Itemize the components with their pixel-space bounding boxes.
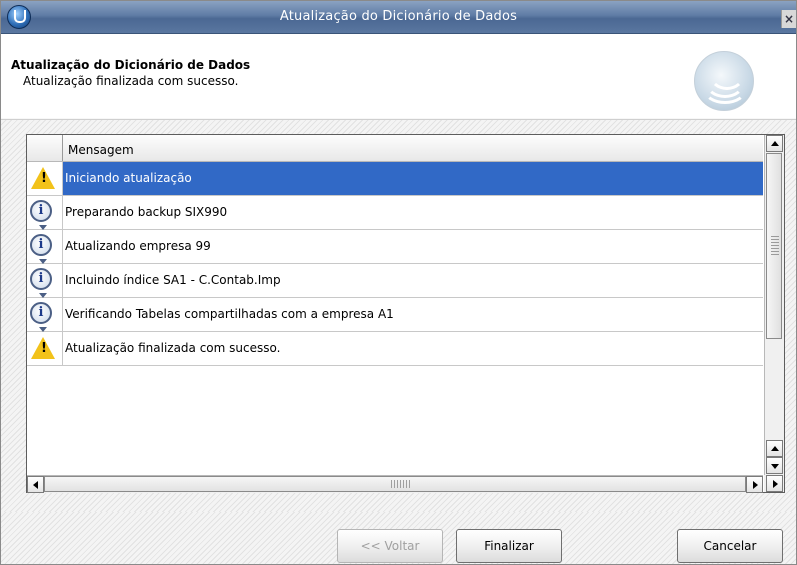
- finish-button[interactable]: Finalizar: [456, 529, 562, 563]
- scroll-left-button[interactable]: [27, 476, 44, 493]
- table-row[interactable]: i Preparando backup SIX990: [27, 196, 763, 230]
- table-row[interactable]: ! Iniciando atualização: [27, 162, 763, 196]
- table-row[interactable]: i Verificando Tabelas compartilhadas com …: [27, 298, 763, 332]
- row-message: Atualização finalizada com sucesso.: [65, 341, 281, 355]
- title-bar: Atualização do Dicionário de Dados ×: [1, 1, 796, 34]
- scroll-right-button-outer[interactable]: [766, 475, 783, 492]
- scrollbar-corner: [764, 475, 784, 492]
- info-icon: i: [30, 200, 52, 230]
- wizard-header: Atualização do Dicionário de Dados Atual…: [1, 34, 796, 118]
- row-icon-cell: i: [27, 298, 63, 332]
- scroll-right-button[interactable]: [746, 476, 763, 493]
- header-title: Atualização do Dicionário de Dados: [11, 58, 251, 72]
- vertical-scroll-thumb[interactable]: [766, 153, 782, 339]
- message-grid[interactable]: Mensagem ! Iniciando atualização i Preparan…: [26, 134, 785, 493]
- row-icon-cell: i: [27, 264, 63, 298]
- message-column-header[interactable]: Mensagem: [68, 135, 134, 161]
- row-message: Atualizando empresa 99: [65, 239, 211, 253]
- row-message: Incluindo índice SA1 - C.Contab.Imp: [65, 273, 281, 287]
- row-message: Preparando backup SIX990: [65, 205, 228, 219]
- row-icon-cell: i: [27, 230, 63, 264]
- scroll-down-button[interactable]: [766, 457, 783, 474]
- window-title: Atualização do Dicionário de Dados: [279, 9, 518, 24]
- info-icon: i: [30, 268, 52, 298]
- header-subtitle: Atualização finalizada com sucesso.: [23, 74, 239, 88]
- grid-header: Mensagem: [27, 135, 763, 162]
- row-icon-cell: i: [27, 196, 63, 230]
- info-icon: i: [30, 234, 52, 264]
- row-icon-cell: !: [27, 332, 63, 365]
- scroll-up-button-lower[interactable]: [766, 440, 783, 457]
- info-icon: i: [30, 302, 52, 332]
- back-button[interactable]: << Voltar: [337, 529, 443, 563]
- row-icon-cell: !: [27, 162, 63, 195]
- table-row[interactable]: ! Atualização finalizada com sucesso.: [27, 332, 763, 366]
- cancel-button[interactable]: Cancelar: [677, 529, 783, 563]
- wizard-logo-icon: [694, 51, 754, 111]
- horizontal-scroll-thumb[interactable]: [44, 476, 746, 492]
- table-row[interactable]: i Incluindo índice SA1 - C.Contab.Imp: [27, 264, 763, 298]
- dialog-window: Atualização do Dicionário de Dados × Atu…: [0, 0, 797, 565]
- vertical-scrollbar[interactable]: [764, 135, 784, 475]
- horizontal-scrollbar[interactable]: [27, 475, 763, 493]
- scroll-up-button[interactable]: [766, 135, 783, 152]
- row-message: Verificando Tabelas compartilhadas com a…: [65, 307, 394, 321]
- close-button[interactable]: ×: [781, 10, 796, 28]
- row-message: Iniciando atualização: [65, 171, 192, 185]
- table-row[interactable]: i Atualizando empresa 99: [27, 230, 763, 264]
- icon-column-header[interactable]: [27, 135, 63, 161]
